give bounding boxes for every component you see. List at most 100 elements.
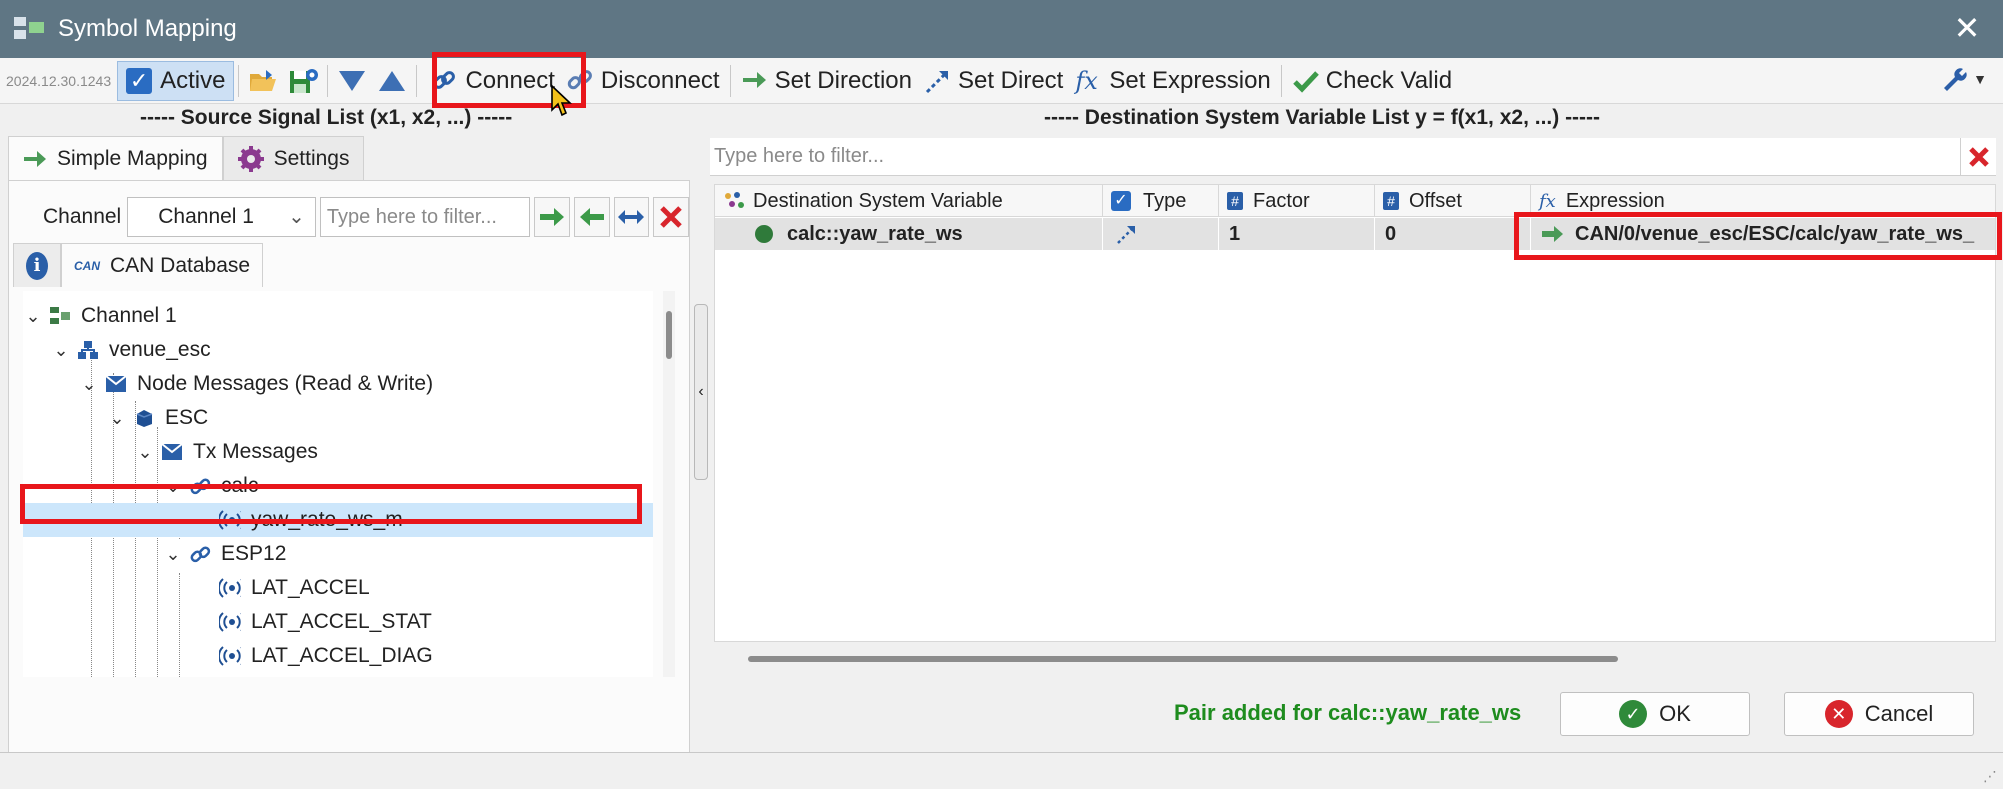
clear-filter-button[interactable] [1960,138,1996,176]
status-message: Pair added for calc::yaw_rate_ws [1174,700,1522,725]
app-icon [14,17,44,41]
table-row[interactable]: calc::yaw_rate_ws 1 0 CAN/0/venue_esc/ES… [715,218,1995,250]
title-bar: Symbol Mapping ✕ [0,0,2003,58]
chevron-down-icon[interactable]: ⌄ [163,476,183,497]
signal-tree: ⌄ Channel 1 ⌄ venue_esc ⌄ Node Messages … [23,291,653,677]
tree-node-lat-accel-diag[interactable]: LAT_ACCEL_DIAG [23,639,653,673]
variable-name: calc::yaw_rate_ws [787,222,963,245]
function-fx-icon: fx [1539,190,1556,212]
chevron-down-icon[interactable]: ⌄ [23,306,43,327]
tree-node-esp12[interactable]: ⌄ ESP12 [23,537,653,571]
signal-icon [219,645,241,667]
move-down-button[interactable] [335,64,369,98]
map-backward-button[interactable] [573,197,610,237]
chevron-down-icon[interactable]: ⌄ [107,408,127,429]
disconnect-label: Disconnect [600,66,720,94]
tree-node-channel[interactable]: ⌄ Channel 1 [23,299,653,333]
destination-grid: Destination System Variable ✓ Type # Fac… [714,184,1996,642]
destination-list-header: ----- Destination System Variable List y… [1044,106,1601,129]
tree-node-network[interactable]: ⌄ venue_esc [23,333,653,367]
map-bidirectional-button[interactable] [613,197,650,237]
chevron-down-icon[interactable]: ⌄ [135,442,155,463]
toolbar-separator [327,64,329,97]
active-toggle[interactable]: ✓ Active [117,60,235,101]
double-arrow-icon [618,210,645,224]
cancel-label: Cancel [1864,701,1934,726]
chevron-left-icon: ‹ [698,383,704,400]
status-dot-icon [755,225,773,243]
grid-horizontal-scrollbar[interactable] [748,656,1618,662]
column-header-expression[interactable]: fx Expression [1531,185,1995,217]
toolbar-separator [729,64,731,97]
close-button[interactable]: ✕ [1949,10,1985,46]
set-direction-button[interactable]: Set Direction [735,61,918,101]
tree-node-lat-accel-stat[interactable]: LAT_ACCEL_STAT [23,605,653,639]
panel-collapse-handle[interactable]: ‹ [694,304,708,480]
cancel-button[interactable]: ✕ Cancel [1784,692,1974,736]
chevron-down-icon[interactable]: ⌄ [51,340,71,361]
tree-node-lat-accel[interactable]: LAT_ACCEL [23,571,653,605]
triangle-up-icon [379,70,406,91]
column-header-type[interactable]: ✓ Type [1103,185,1219,217]
status-bar: ⋰ [0,752,2003,789]
link-icon [189,543,211,565]
channel-icon [49,305,71,327]
source-tabs: Simple Mapping Settings [8,136,365,180]
save-gear-icon [290,68,319,93]
tree-scrollbar[interactable] [663,291,675,677]
set-expression-button[interactable]: fx Set Expression [1069,61,1276,101]
tree-node-label: Tx Messages [193,440,318,463]
connect-button[interactable]: Connect [425,61,560,101]
set-direct-button[interactable]: Set Direct [918,61,1069,101]
tree-node-label: Channel 1 [81,304,177,327]
tree-node-node-messages[interactable]: ⌄ Node Messages (Read & Write) [23,367,653,401]
tab-simple-mapping[interactable]: Simple Mapping [8,136,223,180]
destination-filter-input[interactable]: Type here to filter... [710,138,1996,176]
save-settings-button[interactable] [286,64,320,98]
clear-mapping-button[interactable] [653,197,689,237]
tree-node-label: Node Messages (Read & Write) [137,372,434,395]
column-header-offset[interactable]: # Offset [1375,185,1531,217]
chevron-down-icon[interactable]: ⌄ [79,374,99,395]
link-icon [433,70,456,89]
channel-select[interactable]: Channel 1 ⌄ [127,197,316,237]
move-up-button[interactable] [375,64,409,98]
source-panel: Simple Mapping Settings Channel Channel … [0,136,700,789]
cell-variable: calc::yaw_rate_ws [715,218,1103,250]
tree-node-label: LAT_ACCEL [251,576,370,599]
check-valid-label: Check Valid [1325,66,1453,94]
open-folder-button[interactable] [246,64,280,98]
tree-node-tx-messages[interactable]: ⌄ Tx Messages [23,435,653,469]
resize-grip-icon[interactable]: ⋰ [1983,768,1997,785]
wrench-icon [1944,68,1967,91]
tree-node-calc[interactable]: ⌄ calc [23,469,653,503]
tab-can-database[interactable]: CAN CAN Database [61,243,264,287]
ok-button[interactable]: ✓ OK [1560,692,1750,736]
signal-icon [219,611,241,633]
tree-node-esc[interactable]: ⌄ ESC [23,401,653,435]
filter-placeholder: Type here to filter... [714,145,885,167]
checkbox-checked-icon: ✓ [126,67,153,94]
cell-offset: 0 [1375,218,1531,250]
source-filter-input[interactable]: Type here to filter... [319,197,531,237]
check-valid-button[interactable]: Check Valid [1286,61,1458,101]
tree-node-yaw-rate-ws-m[interactable]: yaw_rate_ws_m [23,503,653,537]
channel-row: Channel Channel 1 ⌄ Type here to filter.… [9,195,689,239]
tools-menu-button[interactable]: ▼ [1941,66,1987,92]
map-forward-button[interactable] [534,197,570,237]
scrollbar-thumb[interactable] [666,311,672,359]
column-header-variable[interactable]: Destination System Variable [715,185,1103,217]
column-header-factor[interactable]: # Factor [1219,185,1375,217]
direct-arrow-icon [925,70,949,93]
tab-settings[interactable]: Settings [222,136,365,180]
source-list-header: ----- Source Signal List (x1, x2, ...) -… [140,106,513,129]
arrow-left-icon [579,208,604,226]
ok-label: OK [1659,701,1691,726]
link-icon [189,475,211,497]
disconnect-button[interactable]: Disconnect [561,61,726,101]
column-label: Offset [1409,189,1462,212]
gear-icon [237,145,264,172]
chevron-down-icon[interactable]: ⌄ [163,544,183,565]
info-icon: i [26,251,48,280]
tab-info[interactable]: i [13,243,61,287]
